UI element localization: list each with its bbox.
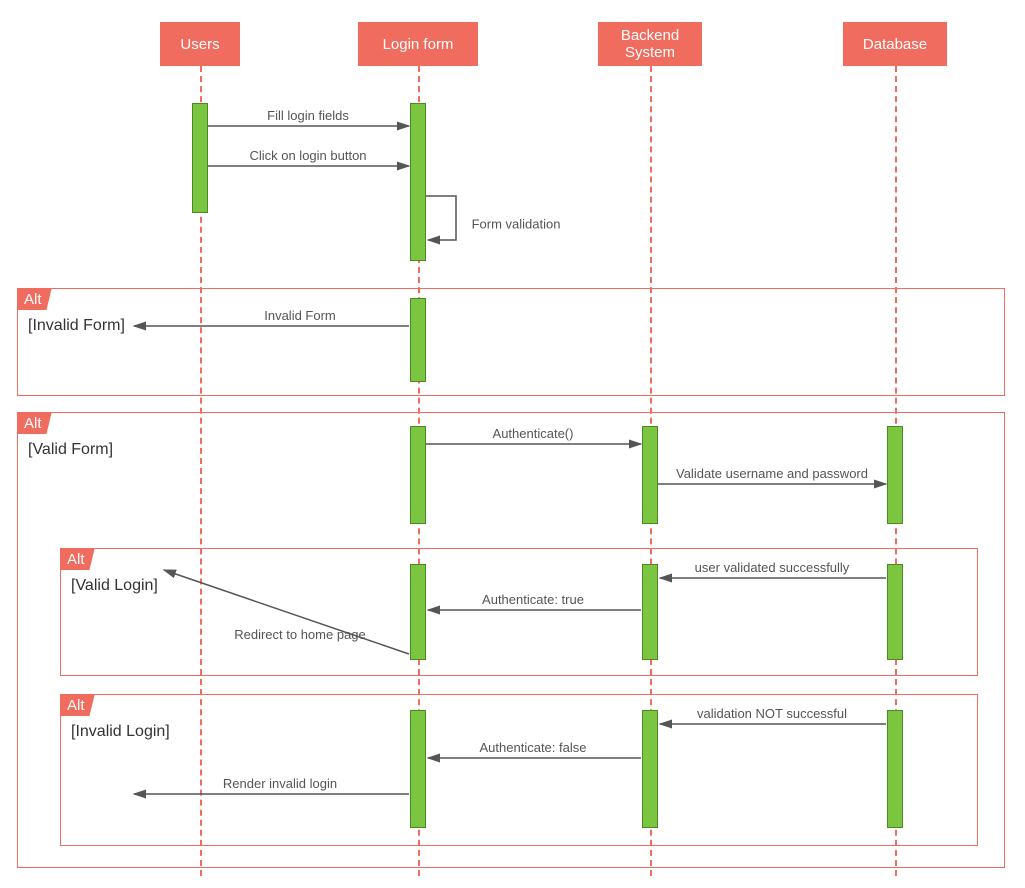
participant-users: Users	[160, 22, 240, 66]
msg-auth-true: Authenticate: true	[482, 592, 584, 607]
activation-loginform-5	[410, 710, 426, 828]
activation-loginform-3	[410, 426, 426, 524]
msg-form-validation: Form validation	[472, 217, 561, 232]
msg-validate-userpass: Validate username and password	[676, 466, 868, 481]
activation-database-2	[887, 564, 903, 660]
participant-backend: Backend System	[598, 22, 702, 66]
participant-database: Database	[843, 22, 947, 66]
activation-database-3	[887, 710, 903, 828]
activation-backend-3	[642, 710, 658, 828]
msg-click-login: Click on login button	[249, 148, 366, 163]
msg-fill-login: Fill login fields	[267, 108, 349, 123]
activation-loginform-4	[410, 564, 426, 660]
msg-validation-not: validation NOT successful	[697, 706, 847, 721]
msg-auth-false: Authenticate: false	[480, 740, 587, 755]
activation-users-1	[192, 103, 208, 213]
alt-tab-invalidform: Alt	[18, 289, 52, 310]
activation-loginform-1	[410, 103, 426, 261]
msg-redirect-home: Redirect to home page	[234, 627, 366, 642]
activation-database-1	[887, 426, 903, 524]
alt-invalid-form: Alt [Invalid Form]	[17, 288, 1005, 396]
alt-tab-invalidlogin: Alt	[61, 695, 95, 716]
guard-invalid-login: [Invalid Login]	[71, 723, 170, 741]
activation-backend-2	[642, 564, 658, 660]
msg-authenticate: Authenticate()	[493, 426, 574, 441]
alt-tab-validlogin: Alt	[61, 549, 95, 570]
activation-loginform-2	[410, 298, 426, 382]
guard-valid-form: [Valid Form]	[28, 441, 113, 459]
guard-invalid-form: [Invalid Form]	[28, 317, 125, 335]
msg-render-invalid: Render invalid login	[223, 776, 337, 791]
alt-tab-validform: Alt	[18, 413, 52, 434]
activation-backend-1	[642, 426, 658, 524]
msg-invalid-form: Invalid Form	[264, 308, 336, 323]
guard-valid-login: [Valid Login]	[71, 577, 158, 595]
participant-login-form: Login form	[358, 22, 478, 66]
msg-user-validated: user validated successfully	[695, 560, 850, 575]
